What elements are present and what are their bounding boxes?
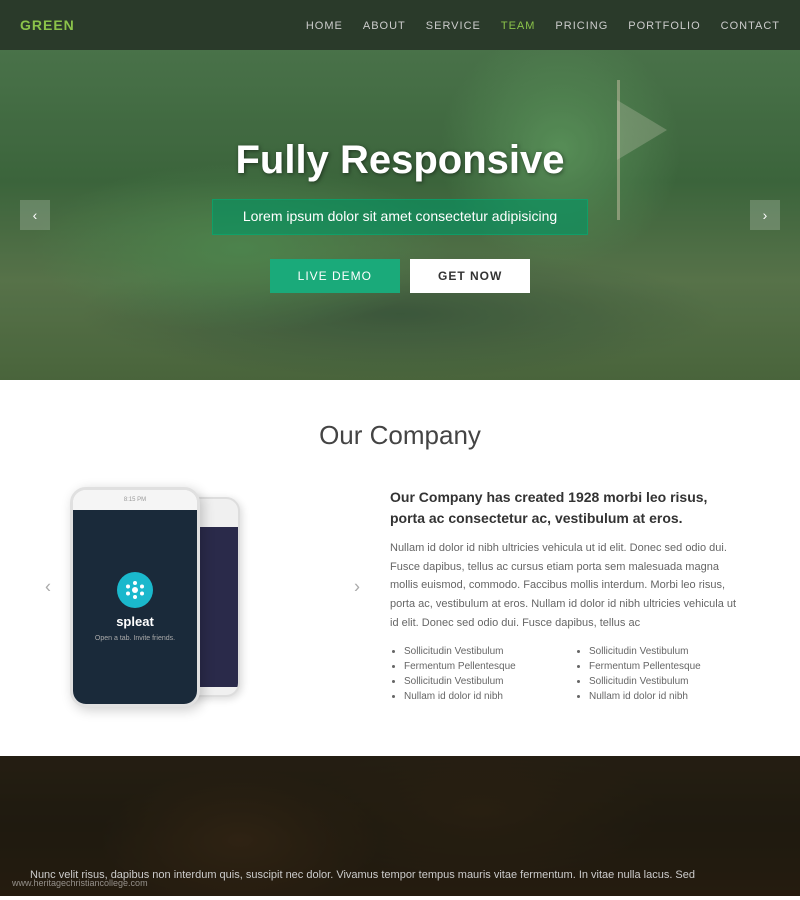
nav-item-team[interactable]: TEAM	[501, 16, 536, 34]
company-text-block: Our Company has created 1928 morbi leo r…	[390, 487, 740, 706]
nav-item-home[interactable]: HOME	[306, 16, 343, 34]
nav-menu: HOME ABOUT SERVICE TEAM PRICING PORTFOLI…	[306, 16, 780, 34]
hero-boat-decoration	[617, 80, 620, 220]
live-demo-button[interactable]: LIVE DEMO	[270, 259, 400, 293]
spleat-logo-icon	[117, 572, 153, 608]
nav-item-portfolio[interactable]: PORTFOLIO	[628, 16, 700, 34]
company-list-right: Sollicitudin Vestibulum Fermentum Pellen…	[575, 646, 740, 706]
list-item: Sollicitudin Vestibulum	[589, 676, 740, 687]
nav-item-contact[interactable]: CONTACT	[721, 16, 780, 34]
company-section-title: Our Company	[60, 420, 740, 451]
food-body-text: Nunc velit risus, dapibus non interdum q…	[30, 866, 770, 885]
hero-subtitle-box: Lorem ipsum dolor sit amet consectetur a…	[212, 199, 588, 235]
company-section: Our Company ‹ Sign In 8:15 PM	[0, 380, 800, 756]
company-heading-text: Our Company has created 1928 morbi leo r…	[390, 489, 707, 526]
list-item: Nullam id dolor id nibh	[589, 691, 740, 702]
list-item: Nullam id dolor id nibh	[404, 691, 555, 702]
hero-prev-arrow[interactable]: ‹	[20, 200, 50, 230]
list-item: Sollicitudin Vestibulum	[589, 646, 740, 657]
nav-item-about[interactable]: ABOUT	[363, 16, 406, 34]
hero-next-arrow[interactable]: ›	[750, 200, 780, 230]
nav-item-service[interactable]: SERVICE	[426, 16, 481, 34]
hero-buttons: LIVE DEMO GET NOW	[212, 259, 588, 293]
hero-section: ‹ Fully Responsive Lorem ipsum dolor sit…	[0, 50, 800, 380]
phone-app-name: spleat	[116, 614, 154, 629]
company-heading: Our Company has created 1928 morbi leo r…	[390, 487, 740, 529]
company-prev-arrow[interactable]: ‹	[45, 577, 51, 598]
food-text-block: Nunc velit risus, dapibus non interdum q…	[0, 854, 800, 897]
hero-content: Fully Responsive Lorem ipsum dolor sit a…	[212, 138, 588, 293]
company-lists: Sollicitudin Vestibulum Fermentum Pellen…	[390, 646, 740, 706]
spleat-svg-icon	[123, 578, 147, 602]
phone-status-bar: 8:15 PM	[73, 490, 197, 510]
company-images: ‹ Sign In 8:15 PM	[60, 487, 360, 687]
hero-subtitle: Lorem ipsum dolor sit amet consectetur a…	[243, 208, 557, 224]
food-section: www.heritagechristiancollege.com Nunc ve…	[0, 756, 800, 896]
company-body-text: Nullam id dolor id nibh ultricies vehicu…	[390, 539, 740, 632]
list-item: Sollicitudin Vestibulum	[404, 646, 555, 657]
nav-item-pricing[interactable]: PRICING	[555, 16, 608, 34]
hero-title: Fully Responsive	[212, 138, 588, 183]
list-item: Fermentum Pellentesque	[589, 661, 740, 672]
navbar: GREEN HOME ABOUT SERVICE TEAM PRICING PO…	[0, 0, 800, 50]
list-item: Sollicitudin Vestibulum	[404, 676, 555, 687]
phone-app-subtitle: Open a tab. Invite friends.	[95, 635, 175, 642]
brand-logo: GREEN	[20, 17, 75, 33]
company-content: ‹ Sign In 8:15 PM	[60, 487, 740, 706]
phone-front: 8:15 PM spleat	[70, 487, 200, 707]
get-now-button[interactable]: GET NOW	[410, 259, 530, 293]
company-list-left: Sollicitudin Vestibulum Fermentum Pellen…	[390, 646, 555, 706]
list-item: Fermentum Pellentesque	[404, 661, 555, 672]
phone-app-screen: spleat Open a tab. Invite friends.	[73, 510, 197, 704]
company-next-arrow[interactable]: ›	[354, 577, 360, 598]
